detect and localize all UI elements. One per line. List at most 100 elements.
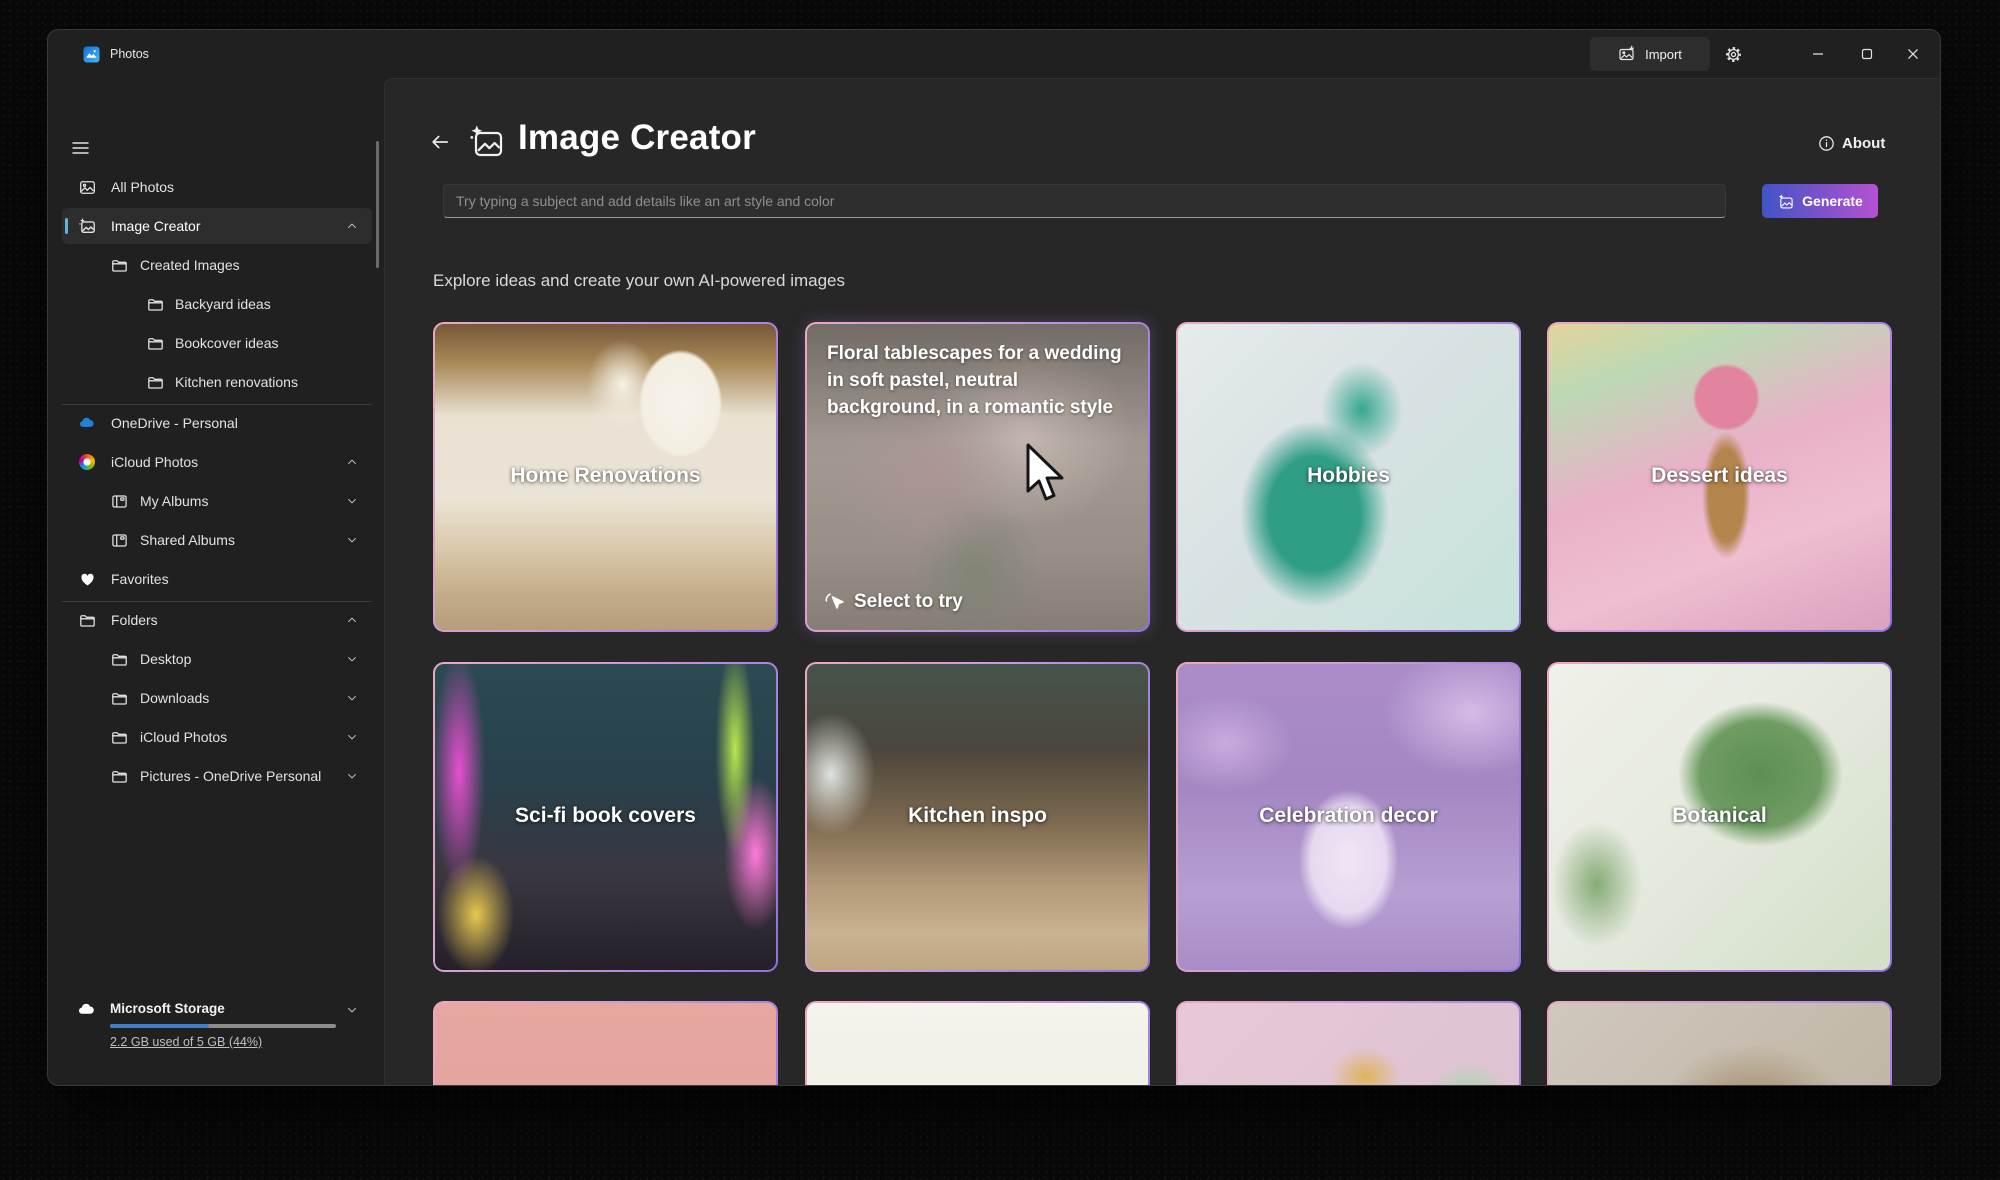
card-image — [1549, 1003, 1890, 1085]
card-prompt-text: Floral tablescapes for a wedding in soft… — [827, 340, 1122, 421]
chevron-down-icon[interactable] — [346, 534, 358, 546]
card-title: Botanical — [1549, 804, 1890, 828]
sidebar-item-kitchen-renovations[interactable]: Kitchen renovations — [62, 364, 372, 400]
card-image: Sci-fi book covers — [435, 664, 776, 970]
sidebar-item-all-photos[interactable]: All Photos — [62, 169, 372, 205]
import-button[interactable]: Import — [1590, 37, 1710, 71]
sidebar-item-backyard-ideas[interactable]: Backyard ideas — [62, 286, 372, 322]
sidebar-item-folders[interactable]: Folders — [62, 602, 372, 638]
sidebar-item-created-images[interactable]: Created Images — [62, 247, 372, 283]
select-to-try-label: Select to try — [854, 591, 963, 613]
folder-icon — [78, 611, 96, 629]
sidebar-item-label: Favorites — [111, 571, 169, 587]
sidebar-item-icloud-photos[interactable]: iCloud Photos — [62, 719, 372, 755]
idea-card-prompt[interactable]: Floral tablescapes for a wedding in soft… — [805, 322, 1150, 632]
sidebar-item-icloud-photos[interactable]: iCloud Photos — [62, 444, 372, 480]
sidebar-item-label: Bookcover ideas — [175, 335, 279, 351]
heart-icon — [78, 570, 96, 588]
chevron-down-icon[interactable] — [346, 495, 358, 507]
minimize-icon — [1809, 45, 1827, 63]
card-image: Home Renovations — [435, 324, 776, 630]
chevron-down-icon[interactable] — [346, 770, 358, 782]
prompt-input[interactable] — [443, 184, 1726, 218]
chevron-down-icon[interactable] — [346, 692, 358, 704]
idea-card-untitled-12[interactable] — [1547, 1001, 1892, 1085]
idea-card-kitchen-inspo[interactable]: Kitchen inspo — [805, 662, 1150, 972]
generate-sparkle-icon — [1777, 193, 1794, 210]
image-creator-icon — [468, 123, 504, 159]
generate-button[interactable]: Generate — [1762, 184, 1878, 218]
folder-icon — [146, 334, 164, 352]
idea-card-sci-fi-book-covers[interactable]: Sci-fi book covers — [433, 662, 778, 972]
sidebar-item-label: My Albums — [140, 493, 208, 509]
sidebar-item-shared-albums[interactable]: Shared Albums — [62, 522, 372, 558]
cloud-icon — [77, 1000, 96, 1019]
card-image — [435, 1003, 776, 1085]
titlebar[interactable]: Photos Import — [48, 30, 1940, 78]
about-label: About — [1842, 135, 1885, 152]
sidebar-item-label: Backyard ideas — [175, 296, 271, 312]
selection-accent-bar — [65, 218, 68, 234]
minimize-button[interactable] — [1797, 38, 1839, 70]
info-icon — [1818, 135, 1835, 152]
sidebar-scrollbar[interactable] — [376, 141, 379, 268]
storage-progress-fill — [110, 1024, 209, 1028]
idea-card-home-renovations[interactable]: Home Renovations — [433, 322, 778, 632]
idea-card-untitled-10[interactable] — [805, 1001, 1150, 1085]
idea-card-untitled-9[interactable] — [433, 1001, 778, 1085]
sidebar-item-label: Desktop — [140, 651, 191, 667]
folder-icon — [146, 373, 164, 391]
card-title: Home Renovations — [435, 464, 776, 488]
card-image: Kitchen inspo — [807, 664, 1148, 970]
onedrive-icon — [78, 414, 96, 432]
card-image: Botanical — [1549, 664, 1890, 970]
sidebar-item-label: Image Creator — [111, 218, 200, 234]
idea-card-hobbies[interactable]: Hobbies — [1176, 322, 1521, 632]
idea-card-untitled-11[interactable] — [1176, 1001, 1521, 1085]
photos-app-window: Photos Import All PhotosImage — [48, 30, 1940, 1085]
storage-title: Microsoft Storage — [110, 1001, 225, 1016]
sidebar-item-label: All Photos — [111, 179, 174, 195]
sidebar-item-label: Downloads — [140, 690, 209, 706]
chevron-down-icon[interactable] — [346, 653, 358, 665]
chevron-up-icon[interactable] — [346, 614, 358, 626]
idea-card-dessert-ideas[interactable]: Dessert ideas — [1547, 322, 1892, 632]
maximize-icon — [1858, 45, 1876, 63]
sidebar-item-label: Folders — [111, 612, 158, 628]
sidebar-nav: All Photos Image Creator Created Images Bac… — [48, 78, 384, 1085]
storage-usage-link[interactable]: 2.2 GB used of 5 GB (44%) — [110, 1035, 262, 1049]
image-creator-icon — [78, 217, 96, 235]
gear-icon — [1724, 45, 1743, 64]
settings-button[interactable] — [1716, 38, 1750, 70]
sidebar-item-label: Kitchen renovations — [175, 374, 298, 390]
chevron-up-icon[interactable] — [346, 456, 358, 468]
sidebar-item-my-albums[interactable]: My Albums — [62, 483, 372, 519]
sidebar-item-image-creator[interactable]: Image Creator — [62, 208, 372, 244]
chevron-down-icon[interactable] — [346, 731, 358, 743]
maximize-button[interactable] — [1846, 38, 1888, 70]
card-image: Floral tablescapes for a wedding in soft… — [807, 324, 1148, 630]
card-image: Dessert ideas — [1549, 324, 1890, 630]
sidebar-item-pictures-onedrive-personal[interactable]: Pictures - OneDrive Personal — [62, 758, 372, 794]
idea-card-botanical[interactable]: Botanical — [1547, 662, 1892, 972]
sidebar-item-favorites[interactable]: Favorites — [62, 561, 372, 597]
idea-card-celebration-decor[interactable]: Celebration decor — [1176, 662, 1521, 972]
sidebar-item-onedrive-personal[interactable]: OneDrive - Personal — [62, 405, 372, 441]
card-title: Celebration decor — [1178, 804, 1519, 828]
sidebar-item-downloads[interactable]: Downloads — [62, 680, 372, 716]
select-to-try[interactable]: Select to try — [823, 591, 963, 613]
close-icon — [1904, 45, 1922, 63]
chevron-up-icon[interactable] — [346, 220, 358, 232]
album-icon — [110, 492, 128, 510]
about-button[interactable]: About — [1818, 132, 1885, 154]
sidebar: All Photos Image Creator Created Images Bac… — [48, 78, 384, 1085]
sidebar-item-bookcover-ideas[interactable]: Bookcover ideas — [62, 325, 372, 361]
chevron-down-icon[interactable] — [346, 1004, 358, 1016]
icloud-icon — [78, 453, 96, 471]
window-title: Photos — [110, 47, 149, 61]
sidebar-item-label: Created Images — [140, 257, 240, 273]
sidebar-item-desktop[interactable]: Desktop — [62, 641, 372, 677]
back-button[interactable] — [423, 125, 457, 159]
close-button[interactable] — [1892, 38, 1934, 70]
folder-icon — [110, 728, 128, 746]
